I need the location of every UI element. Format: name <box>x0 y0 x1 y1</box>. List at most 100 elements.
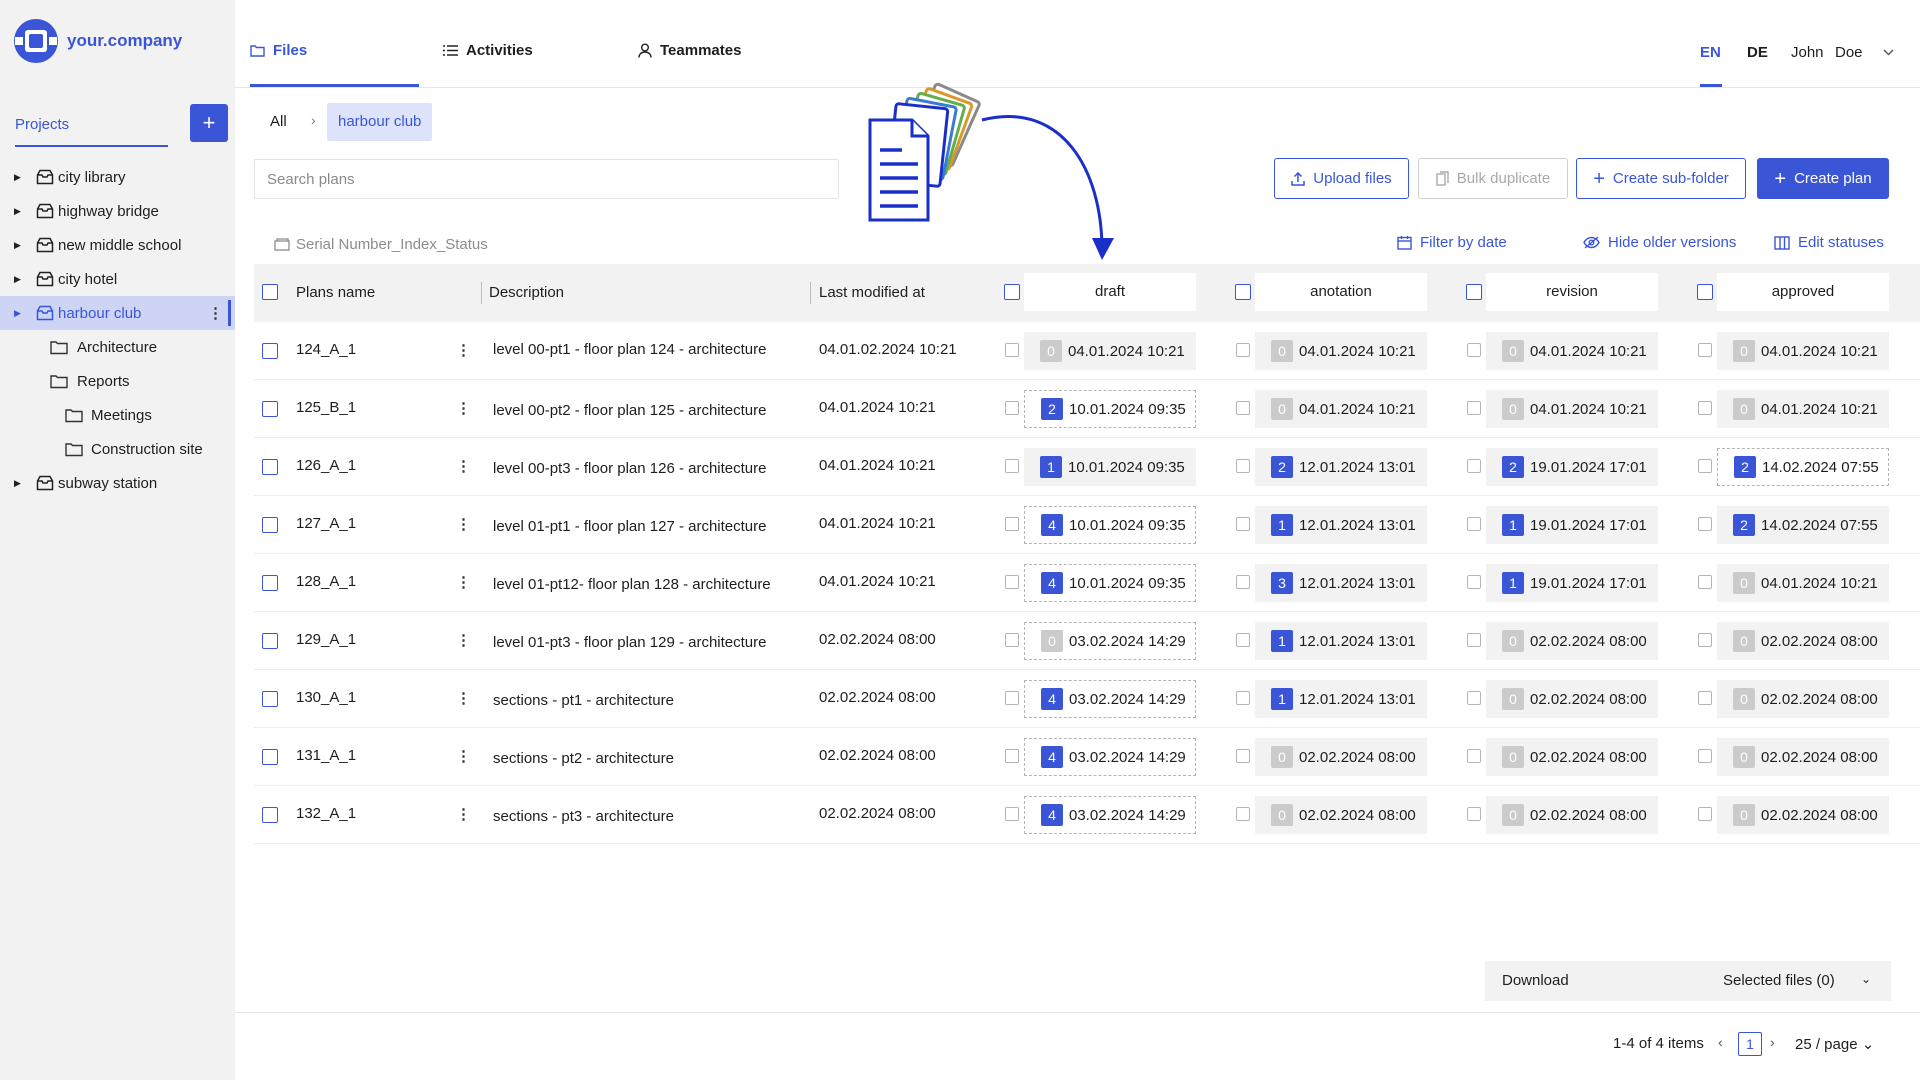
status-cell-approved[interactable]: 2 14.02.2024 07:55 <box>1717 506 1889 544</box>
table-row[interactable]: 132_A_1 ⋮ sections - pt3 - architecture 02.… <box>254 786 1920 844</box>
edit-statuses-button[interactable]: Edit statuses <box>1774 234 1884 251</box>
status-checkbox[interactable] <box>1005 343 1019 357</box>
add-project-button[interactable]: + <box>190 104 228 142</box>
status-checkbox[interactable] <box>1698 575 1712 589</box>
plan-name[interactable]: 127_A_1 <box>296 515 356 532</box>
table-row[interactable]: 126_A_1 ⋮ level 00-pt3 - floor plan 126 - … <box>254 438 1920 496</box>
more-options-icon[interactable]: ⋮ <box>456 341 471 359</box>
status-checkbox[interactable] <box>1236 459 1250 473</box>
status-cell-draft[interactable]: 4 10.01.2024 09:35 <box>1024 564 1196 602</box>
user-last-name[interactable]: Doe <box>1835 44 1863 61</box>
status-checkbox[interactable] <box>1005 749 1019 763</box>
table-row[interactable]: 125_B_1 ⋮ level 00-pt2 - floor plan 125 - … <box>254 380 1920 438</box>
status-checkbox[interactable] <box>1467 575 1481 589</box>
row-checkbox[interactable] <box>262 691 278 707</box>
breadcrumb-all[interactable]: All <box>270 113 287 130</box>
status-checkbox[interactable] <box>1005 517 1019 531</box>
status-cell-approved[interactable]: 0 04.01.2024 10:21 <box>1717 332 1889 370</box>
caret-right-icon[interactable]: ▶ <box>14 172 21 183</box>
tab-teammates[interactable]: Teammates <box>638 42 741 59</box>
caret-right-icon[interactable]: ▶ <box>14 308 21 319</box>
row-checkbox[interactable] <box>262 401 278 417</box>
select-status-checkbox[interactable] <box>1466 284 1482 300</box>
sidebar-item-subway-station[interactable]: ▶ subway station <box>0 466 235 500</box>
upload-files-button[interactable]: Upload files <box>1274 158 1409 199</box>
status-checkbox[interactable] <box>1467 517 1481 531</box>
more-options-icon[interactable]: ⋮ <box>456 805 471 823</box>
status-checkbox[interactable] <box>1467 633 1481 647</box>
status-cell-approved[interactable]: 0 04.01.2024 10:21 <box>1717 390 1889 428</box>
select-status-checkbox[interactable] <box>1235 284 1251 300</box>
status-checkbox[interactable] <box>1005 401 1019 415</box>
status-checkbox[interactable] <box>1698 633 1712 647</box>
tab-files[interactable]: Files <box>250 42 307 59</box>
status-cell-revision[interactable]: 2 19.01.2024 17:01 <box>1486 448 1658 486</box>
table-row[interactable]: 127_A_1 ⋮ level 01-pt1 - floor plan 127 - … <box>254 496 1920 554</box>
filter-by-date-button[interactable]: Filter by date <box>1397 234 1507 251</box>
plan-name[interactable]: 124_A_1 <box>296 341 356 358</box>
status-cell-draft[interactable]: 4 03.02.2024 14:29 <box>1024 738 1196 776</box>
status-cell-approved[interactable]: 0 04.01.2024 10:21 <box>1717 564 1889 602</box>
language-de[interactable]: DE <box>1747 44 1768 61</box>
status-cell-draft[interactable]: 2 10.01.2024 09:35 <box>1024 390 1196 428</box>
table-row[interactable]: 129_A_1 ⋮ level 01-pt3 - floor plan 129 - … <box>254 612 1920 670</box>
table-row[interactable]: 128_A_1 ⋮ level 01-pt12- floor plan 128 - … <box>254 554 1920 612</box>
status-cell-draft[interactable]: 4 10.01.2024 09:35 <box>1024 506 1196 544</box>
status-cell-approved[interactable]: 0 02.02.2024 08:00 <box>1717 622 1889 660</box>
status-cell-anotation[interactable]: 3 12.01.2024 13:01 <box>1255 564 1427 602</box>
status-cell-draft[interactable]: 0 04.01.2024 10:21 <box>1024 332 1196 370</box>
table-row[interactable]: 130_A_1 ⋮ sections - pt1 - architecture 02.… <box>254 670 1920 728</box>
projects-tab[interactable]: Projects <box>15 116 69 133</box>
row-checkbox[interactable] <box>262 459 278 475</box>
sidebar-item-architecture[interactable]: Architecture <box>0 330 235 364</box>
row-checkbox[interactable] <box>262 517 278 533</box>
row-checkbox[interactable] <box>262 807 278 823</box>
chevron-down-icon[interactable] <box>1883 49 1894 56</box>
status-checkbox[interactable] <box>1236 517 1250 531</box>
hide-older-versions-button[interactable]: Hide older versions <box>1583 234 1736 251</box>
plan-name[interactable]: 125_B_1 <box>296 399 356 416</box>
download-dropdown[interactable]: Download Selected files (0) ⌄ <box>1485 961 1891 1001</box>
status-checkbox[interactable] <box>1698 807 1712 821</box>
status-checkbox[interactable] <box>1698 459 1712 473</box>
more-options-icon[interactable]: ⋮ <box>456 689 471 707</box>
status-cell-anotation[interactable]: 2 12.01.2024 13:01 <box>1255 448 1427 486</box>
status-checkbox[interactable] <box>1698 343 1712 357</box>
status-checkbox[interactable] <box>1698 749 1712 763</box>
status-cell-revision[interactable]: 0 04.01.2024 10:21 <box>1486 332 1658 370</box>
caret-right-icon[interactable]: ▶ <box>14 240 21 251</box>
status-cell-approved[interactable]: 2 14.02.2024 07:55 <box>1717 448 1889 486</box>
status-checkbox[interactable] <box>1467 691 1481 705</box>
status-checkbox[interactable] <box>1236 691 1250 705</box>
status-checkbox[interactable] <box>1005 633 1019 647</box>
status-cell-anotation[interactable]: 1 12.01.2024 13:01 <box>1255 680 1427 718</box>
select-status-checkbox[interactable] <box>1004 284 1020 300</box>
sidebar-item-city-library[interactable]: ▶ city library <box>0 160 235 194</box>
status-cell-approved[interactable]: 0 02.02.2024 08:00 <box>1717 738 1889 776</box>
plan-name[interactable]: 132_A_1 <box>296 805 356 822</box>
plan-name[interactable]: 128_A_1 <box>296 573 356 590</box>
status-cell-anotation[interactable]: 0 02.02.2024 08:00 <box>1255 796 1427 834</box>
user-first-name[interactable]: John <box>1791 44 1824 61</box>
create-plan-button[interactable]: + Create plan <box>1757 158 1889 199</box>
more-options-icon[interactable]: ⋮ <box>456 747 471 765</box>
status-checkbox[interactable] <box>1236 401 1250 415</box>
sidebar-item-highway-bridge[interactable]: ▶ highway bridge <box>0 194 235 228</box>
page-number[interactable]: 1 <box>1738 1032 1762 1056</box>
status-cell-anotation[interactable]: 0 04.01.2024 10:21 <box>1255 332 1427 370</box>
status-checkbox[interactable] <box>1698 517 1712 531</box>
sidebar-item-city-hotel[interactable]: ▶ city hotel <box>0 262 235 296</box>
status-checkbox[interactable] <box>1467 401 1481 415</box>
status-checkbox[interactable] <box>1467 459 1481 473</box>
caret-right-icon[interactable]: ▶ <box>14 274 21 285</box>
status-checkbox[interactable] <box>1236 343 1250 357</box>
status-checkbox[interactable] <box>1467 807 1481 821</box>
plan-name[interactable]: 129_A_1 <box>296 631 356 648</box>
more-options-icon[interactable]: ⋮ <box>456 515 471 533</box>
status-checkbox[interactable] <box>1005 575 1019 589</box>
logo[interactable]: your.company <box>13 18 182 64</box>
status-cell-anotation[interactable]: 0 04.01.2024 10:21 <box>1255 390 1427 428</box>
status-checkbox[interactable] <box>1236 633 1250 647</box>
plan-name[interactable]: 131_A_1 <box>296 747 356 764</box>
status-header-approved[interactable]: approved <box>1717 273 1889 311</box>
